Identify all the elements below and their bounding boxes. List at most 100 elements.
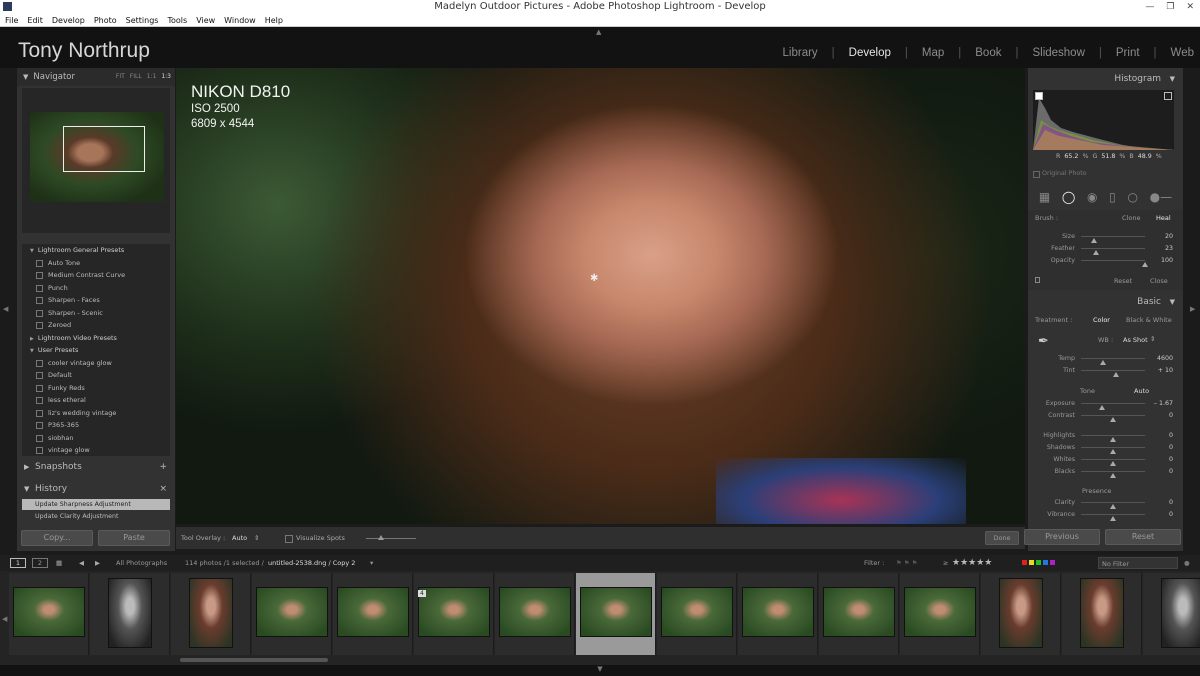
preset-item[interactable]: Zeroed (22, 319, 170, 332)
history-header[interactable]: ▼ History × (22, 481, 170, 497)
menu-edit[interactable]: Edit (27, 14, 43, 26)
crop-grid-icon[interactable]: ▦ (1039, 190, 1050, 204)
preset-item[interactable]: Punch (22, 282, 170, 295)
minimize-icon[interactable]: — (1145, 0, 1154, 14)
slider-value[interactable]: 20 (1165, 231, 1173, 242)
filmstrip-cell[interactable] (576, 573, 656, 655)
preset-item[interactable]: Sharpen - Scenic (22, 307, 170, 320)
filter-preset-select[interactable]: No Filter (1098, 557, 1178, 569)
slider-thumb[interactable] (1110, 417, 1116, 422)
original-photo-checkbox[interactable]: Original Photo (1033, 170, 1087, 178)
preset-item[interactable]: cooler vintage glow (22, 357, 170, 370)
filmstrip-thumbnail[interactable] (580, 587, 652, 637)
zoom-1-3[interactable]: 1:3 (161, 68, 171, 86)
preset-item[interactable]: Funky Reds (22, 382, 170, 395)
filmstrip-thumbnail[interactable] (337, 587, 409, 637)
basic-header[interactable]: Basic ▼ (1028, 293, 1183, 311)
slider-thumb[interactable] (1142, 262, 1148, 267)
slider-track[interactable] (1081, 459, 1145, 466)
source-label[interactable]: All Photographs (116, 555, 167, 571)
brush-close-button[interactable]: Close (1150, 277, 1168, 285)
brush-mode-heal[interactable]: Heal (1156, 214, 1171, 222)
filmstrip-cell[interactable] (1062, 573, 1142, 655)
histogram-header[interactable]: Histogram ▼ (1028, 70, 1183, 88)
previous-button[interactable]: Previous (1024, 529, 1100, 545)
back-arrow-icon[interactable]: ◀ (79, 555, 84, 571)
slider-value[interactable]: 0 (1169, 430, 1173, 441)
filmstrip-cell[interactable] (657, 573, 737, 655)
filmstrip-thumbnail[interactable] (742, 587, 814, 637)
slider-thumb[interactable] (1110, 473, 1116, 478)
chevron-updown-icon[interactable]: ⇕ (1150, 335, 1155, 343)
preset-folder[interactable]: ▼ Lightroom General Presets (22, 244, 170, 257)
slider-track[interactable] (1081, 236, 1145, 243)
reset-button[interactable]: Reset (1105, 529, 1181, 545)
tone-auto-button[interactable]: Auto (1134, 387, 1149, 395)
screen-2-button[interactable]: 2 (32, 558, 48, 568)
filmstrip-cell[interactable] (252, 573, 332, 655)
preset-item[interactable]: Medium Contrast Curve (22, 269, 170, 282)
chevron-updown-icon[interactable]: ⇕ (254, 527, 259, 549)
filmstrip-scrollbar[interactable] (180, 658, 328, 662)
slider-track[interactable] (1081, 435, 1145, 442)
color-label-swatch[interactable] (1050, 560, 1055, 565)
module-print[interactable]: Print (1116, 47, 1140, 59)
clear-history-button[interactable]: × (159, 481, 167, 497)
tool-overlay-select[interactable]: Auto (232, 527, 247, 549)
brush-toggle-icon[interactable] (1035, 277, 1040, 283)
brush-mode-clone[interactable]: Clone (1122, 214, 1140, 222)
filmstrip-thumbnail[interactable] (189, 578, 233, 648)
filmstrip-cell[interactable] (9, 573, 89, 655)
filmstrip-thumbnail[interactable] (904, 587, 976, 637)
slider-row[interactable]: Vibrance 0 (1033, 509, 1173, 521)
rating-stars[interactable]: ★★★★★ (952, 555, 992, 571)
history-item[interactable]: Update Sharpness Adjustment (22, 499, 170, 510)
filmstrip-thumbnail[interactable] (1161, 578, 1200, 648)
rating-operator[interactable]: ≥ (943, 555, 948, 571)
spot-removal-icon[interactable]: ◯ (1062, 190, 1075, 204)
slider-row[interactable]: Temp 4600 (1033, 353, 1173, 365)
navigator-header[interactable]: ▼ Navigator FIT FILL 1:1 1:3 (17, 68, 175, 86)
preset-folder[interactable]: ▼ User Presets (22, 344, 170, 357)
zoom-fit[interactable]: FIT (116, 68, 125, 86)
slider-track[interactable] (1081, 370, 1145, 377)
preset-folder[interactable]: ▶ Lightroom Video Presets (22, 332, 170, 345)
module-map[interactable]: Map (922, 47, 944, 59)
filmstrip-cell[interactable] (1143, 573, 1200, 655)
color-label-swatch[interactable] (1022, 560, 1027, 565)
color-label-swatch[interactable] (1029, 560, 1034, 565)
menu-develop[interactable]: Develop (52, 14, 85, 26)
graduated-filter-icon[interactable]: ▯ (1109, 190, 1116, 204)
slider-track[interactable] (1081, 248, 1145, 255)
zoom-1-1[interactable]: 1:1 (147, 68, 157, 86)
color-label-swatch[interactable] (1043, 560, 1048, 565)
filmstrip-thumbnail[interactable] (661, 587, 733, 637)
navigator-preview[interactable] (22, 88, 170, 233)
slider-row[interactable]: Opacity 100 (1033, 255, 1173, 267)
zoom-fill[interactable]: FILL (130, 68, 142, 86)
slider-value[interactable]: + 10 (1158, 365, 1173, 376)
slider-row[interactable]: Contrast 0 (1033, 410, 1173, 422)
slider-thumb[interactable] (1113, 372, 1120, 377)
history-item[interactable]: Update Clarity Adjustment (22, 511, 170, 522)
filmstrip-thumbnail[interactable] (499, 587, 571, 637)
preset-item[interactable]: Sharpen - Faces (22, 294, 170, 307)
bottom-panel-toggle-icon[interactable]: ▼ (597, 665, 602, 673)
filmstrip-cell[interactable] (900, 573, 980, 655)
slider-track[interactable] (1081, 415, 1145, 422)
slider-value[interactable]: 0 (1169, 509, 1173, 520)
slider-row[interactable]: Feather 23 (1033, 243, 1173, 255)
screen-1-button[interactable]: 1 (10, 558, 26, 568)
slider-value[interactable]: 0 (1169, 497, 1173, 508)
module-develop[interactable]: Develop (849, 47, 891, 59)
preset-item[interactable]: P365-365 (22, 419, 170, 432)
slider-row[interactable]: Exposure – 1.67 (1033, 398, 1173, 410)
filmstrip-cell[interactable] (738, 573, 818, 655)
module-book[interactable]: Book (975, 47, 1001, 59)
slider-value[interactable]: 0 (1169, 454, 1173, 465)
close-icon[interactable]: ✕ (1186, 0, 1194, 14)
paste-button[interactable]: Paste (98, 530, 170, 546)
done-button[interactable]: Done (985, 531, 1019, 545)
slider-track[interactable] (1081, 403, 1145, 410)
slider-value[interactable]: 0 (1169, 410, 1173, 421)
